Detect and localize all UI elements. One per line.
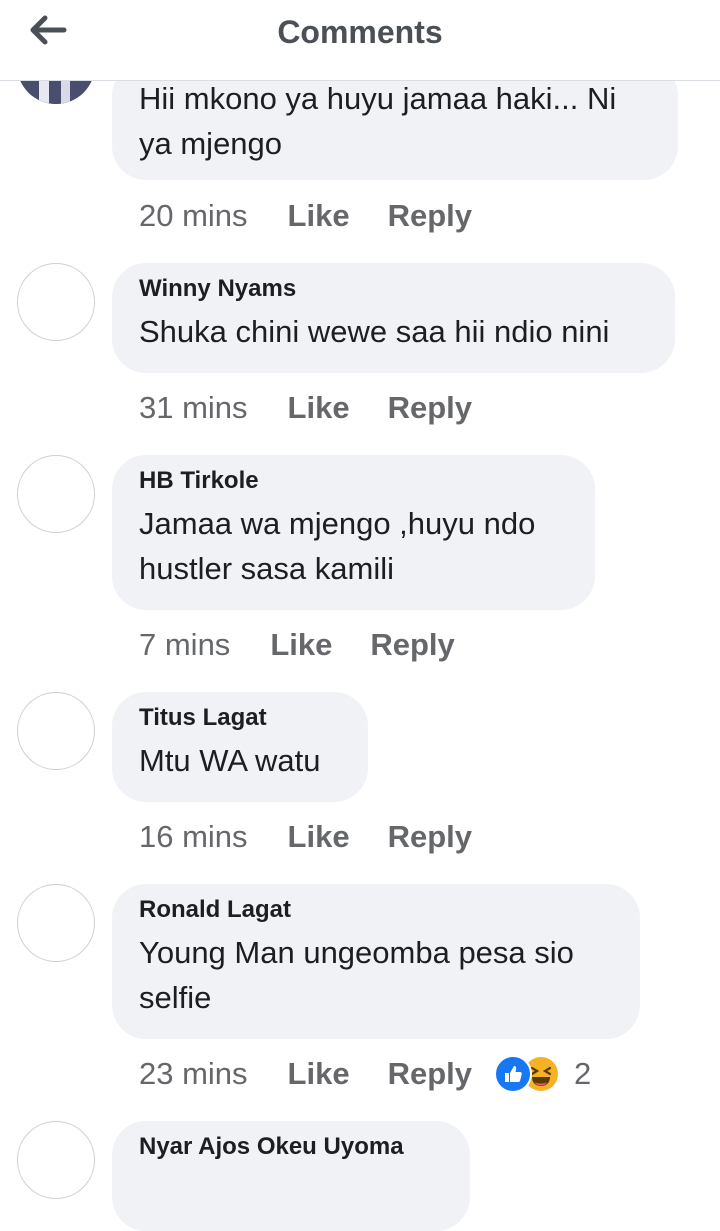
comment-text: Hii mkono ya huyu jamaa haki... Ni ya mj… (139, 76, 650, 166)
comment-text: Young Man ungeomba pesa sio selfie (139, 930, 612, 1020)
comment-author[interactable]: Titus Lagat (139, 704, 340, 732)
comment-bubble[interactable]: Ronald Lagat Young Man ungeomba pesa sio… (112, 884, 640, 1039)
like-button[interactable]: Like (288, 819, 350, 855)
comment-text: Jamaa wa mjengo ,huyu ndo hustler sasa k… (139, 501, 567, 591)
reaction-count: 2 (574, 1056, 592, 1091)
reply-button[interactable]: Reply (370, 627, 454, 663)
comment-text-line: Mtu WA watu (139, 743, 321, 778)
comment-author[interactable]: Winny Nyams (139, 275, 647, 303)
comment-time: 23 mins (139, 1056, 248, 1091)
comment-text-line: ya mjengo (139, 126, 283, 161)
reply-button[interactable]: Reply (388, 819, 472, 855)
comment-meta: 31 mins Like Reply (139, 388, 472, 428)
comment-text-line: hustler sasa kamili (139, 551, 394, 586)
like-button[interactable]: Like (288, 1056, 350, 1092)
avatar[interactable] (17, 455, 95, 533)
comment-author[interactable]: HB Tirkole (139, 467, 567, 495)
comment-author[interactable]: Ronald Lagat (139, 896, 612, 924)
like-reaction-icon (494, 1055, 532, 1093)
comment-bubble[interactable]: Winny Nyams Shuka chini wewe saa hii ndi… (112, 263, 675, 373)
comment-bubble[interactable]: Nyar Ajos Okeu Uyoma (112, 1121, 470, 1231)
top-bar: Comments (0, 0, 720, 81)
reply-button[interactable]: Reply (388, 390, 472, 426)
reply-button[interactable]: Reply (388, 1056, 472, 1092)
avatar[interactable] (17, 263, 95, 341)
comment-text-line: Shuka chini wewe saa hii ndio nini (139, 314, 610, 349)
comment-meta: 23 mins Like Reply 2 (139, 1054, 591, 1094)
like-button[interactable]: Like (270, 627, 332, 663)
page-title: Comments (277, 14, 443, 50)
comment-author[interactable]: Nyar Ajos Okeu Uyoma (139, 1133, 442, 1161)
comment-text: Shuka chini wewe saa hii ndio nini (139, 309, 647, 354)
reaction-summary[interactable]: 2 (494, 1055, 591, 1093)
like-button[interactable]: Like (288, 198, 350, 234)
avatar[interactable] (17, 884, 95, 962)
comment-time: 20 mins (139, 198, 248, 233)
comment-meta: 20 mins Like Reply (139, 196, 472, 236)
comment-bubble[interactable]: HB Tirkole Jamaa wa mjengo ,huyu ndo hus… (112, 455, 595, 610)
comment-time: 16 mins (139, 819, 248, 854)
comment-text-line: selfie (139, 980, 212, 1015)
comment-bubble[interactable]: Titus Lagat Mtu WA watu (112, 692, 368, 802)
comment-time: 7 mins (139, 627, 231, 662)
comment-text-line: Jamaa wa mjengo ,huyu ndo (139, 506, 536, 541)
comments-list: Hii mkono ya huyu jamaa haki... Ni ya mj… (0, 0, 720, 1231)
avatar[interactable] (17, 692, 95, 770)
avatar[interactable] (17, 1121, 95, 1199)
comment-text-line: Young Man ungeomba pesa sio (139, 935, 574, 970)
comment-meta: 7 mins Like Reply (139, 625, 455, 665)
reply-button[interactable]: Reply (388, 198, 472, 234)
comment-meta: 16 mins Like Reply (139, 817, 472, 857)
like-button[interactable]: Like (288, 390, 350, 426)
comment-time: 31 mins (139, 390, 248, 425)
comment-text: Mtu WA watu (139, 738, 340, 783)
comment-text-line: Hii mkono ya huyu jamaa haki... Ni (139, 81, 617, 116)
